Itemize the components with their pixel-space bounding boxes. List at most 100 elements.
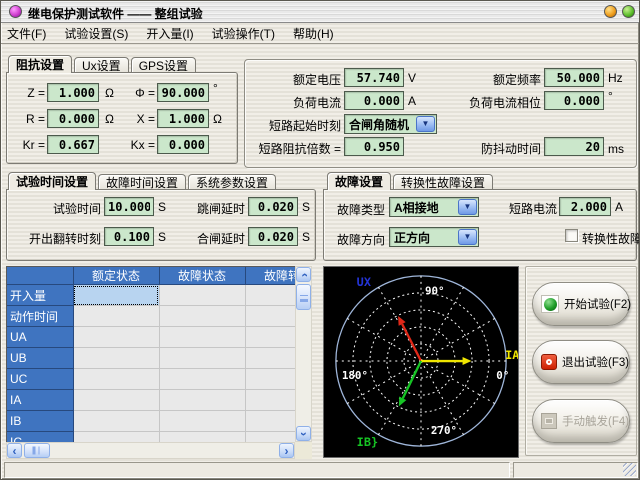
row-header-action-time[interactable]: 动作时间 [7,306,73,327]
load-phase-label: 负荷电流相位 [439,94,541,111]
fault-type-combo[interactable]: A相接地 ▼ [389,197,479,217]
row-header-ic[interactable]: IC [7,432,73,443]
close-delay-input[interactable] [248,227,298,246]
menu-test-settings[interactable]: 试验设置(S) [64,25,128,42]
scroll-down-button[interactable]: › [296,426,311,441]
scroll-right-button[interactable]: › [279,443,294,458]
table-cell[interactable] [73,432,159,443]
tab-ux-settings[interactable]: Ux设置 [74,57,129,72]
tab-system-params[interactable]: 系统参数设置 [188,174,276,189]
table-cell[interactable] [73,327,159,348]
short-start-combo-value: 合闸角随机 [349,116,409,133]
row-header-ua[interactable]: UA [7,327,73,348]
z-input[interactable] [47,83,99,102]
fault-type-combo-arrow-icon[interactable]: ▼ [458,199,477,215]
title-bar[interactable]: 继电保护测试软件 —— 整组试验 [1,1,640,23]
col-header-fault-state[interactable]: 故障状态 [159,267,245,285]
short-start-combo-arrow-icon[interactable]: ▼ [416,116,435,132]
phasor-svg: 90° 0° 180° 270° UX IA IB} [324,267,518,457]
load-current-label: 负荷电流 [249,94,341,111]
close-orb-button[interactable] [622,5,635,18]
row-header-binary-input[interactable]: 开入量 [7,285,73,306]
table-cell[interactable] [245,369,295,390]
load-phase-input[interactable] [544,91,604,110]
table-cell[interactable] [159,432,245,443]
table-cell[interactable] [245,411,295,432]
tab-test-time[interactable]: 试验时间设置 [8,172,96,190]
scroll-left-button[interactable]: ‹ [7,443,22,458]
table-cell[interactable] [73,348,159,369]
row-header-ib[interactable]: IB [7,411,73,432]
thumb-grip-icon [35,447,40,455]
col-header-rated-state[interactable]: 额定状态 [73,267,159,285]
short-start-combo[interactable]: 合闸角随机 ▼ [344,114,437,134]
r-unit: Ω [105,112,114,126]
vertical-scroll-thumb[interactable] [296,284,311,310]
table-cell[interactable] [73,390,159,411]
table-horizontal-scrollbar[interactable]: ‹ › [6,442,295,459]
table-cell[interactable] [245,306,295,327]
rated-voltage-input[interactable] [344,68,404,87]
table-cell[interactable] [159,369,245,390]
table-cell[interactable] [245,432,295,443]
tab-fault-settings[interactable]: 故障设置 [327,172,391,190]
rated-voltage-unit: V [408,71,416,85]
r-input[interactable] [47,109,99,128]
col-header-fault-convert[interactable]: 故障转换 [245,267,295,285]
rated-frequency-input[interactable] [544,68,604,87]
load-current-input[interactable] [344,91,404,110]
table-cell[interactable] [159,411,245,432]
fault-direction-combo-arrow-icon[interactable]: ▼ [458,229,477,245]
table-cell[interactable] [159,327,245,348]
debounce-input[interactable] [544,137,604,156]
menu-binary-input[interactable]: 开入量(I) [146,25,193,42]
table-cell[interactable] [159,390,245,411]
row-header-ia[interactable]: IA [7,390,73,411]
z-unit: Ω [105,86,114,100]
kr-input[interactable] [47,135,99,154]
menu-test-operation[interactable]: 试验操作(T) [212,25,275,42]
x-input[interactable] [157,109,209,128]
horizontal-scroll-thumb[interactable] [24,443,50,458]
menu-help[interactable]: 帮助(H) [293,25,334,42]
table-cell[interactable] [73,369,159,390]
start-test-button[interactable]: 开始试验(F2) [532,282,630,326]
phi-label: Φ = [119,86,155,100]
table-vertical-scrollbar[interactable]: › › [295,266,312,442]
phi-input[interactable] [157,83,209,102]
impedance-factor-input[interactable] [344,137,404,156]
trip-delay-input[interactable] [248,197,298,216]
exit-test-label: 退出试验(F3) [562,354,629,370]
tab-gps-settings[interactable]: GPS设置 [131,57,196,72]
short-current-input[interactable] [559,197,611,216]
table-cell[interactable] [159,348,245,369]
tab-fault-time[interactable]: 故障时间设置 [98,174,186,189]
table-corner-cell[interactable] [7,267,73,285]
table-cell[interactable] [245,348,295,369]
table-cell[interactable] [159,285,245,306]
kx-input[interactable] [157,135,209,154]
table-cell[interactable] [159,306,245,327]
minimize-orb-button[interactable] [604,5,617,18]
table-cell[interactable] [73,411,159,432]
app-orb-icon[interactable] [9,5,22,18]
convert-fault-checkbox[interactable] [565,229,578,242]
flip-time-input[interactable] [104,227,154,246]
resize-grip[interactable] [623,463,636,476]
manual-trigger-button[interactable]: 手动触发(F4) [532,399,630,443]
table-cell[interactable] [73,306,159,327]
row-header-ub[interactable]: UB [7,348,73,369]
table-cell[interactable] [245,327,295,348]
menu-file[interactable]: 文件(F) [7,25,46,42]
exit-test-button[interactable]: 退出试验(F3) [532,340,630,384]
table-cell-selected[interactable] [73,285,159,306]
row-header-uc[interactable]: UC [7,369,73,390]
test-time-input[interactable] [104,197,154,216]
table-cell[interactable] [245,390,295,411]
tab-convert-fault-settings[interactable]: 转换性故障设置 [393,174,493,189]
scroll-up-button[interactable]: › [296,267,311,282]
table-cell[interactable] [245,285,295,306]
tab-impedance-settings[interactable]: 阻抗设置 [8,55,72,73]
debounce-label: 防抖动时间 [439,140,541,157]
fault-direction-combo[interactable]: 正方向 ▼ [389,227,479,247]
